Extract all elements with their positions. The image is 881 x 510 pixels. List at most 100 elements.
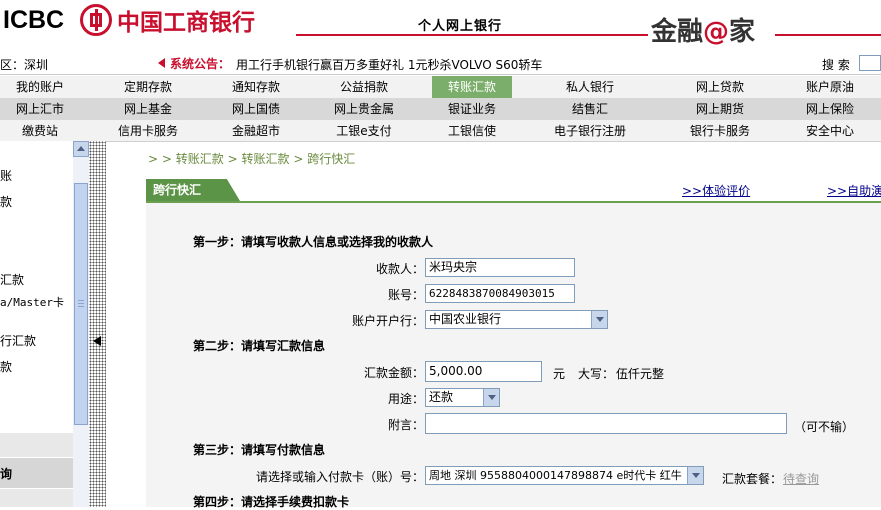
chevron-down-icon[interactable]: [687, 467, 703, 484]
sidebar-item[interactable]: 款: [0, 193, 12, 210]
sidebar: 账 款 汇款 a/Master卡 行汇款 款 询: [0, 141, 73, 507]
nav-crude-oil[interactable]: 账户原油: [790, 76, 870, 98]
nav-transfer[interactable]: 转账汇款: [432, 76, 512, 98]
scroll-up-button[interactable]: [73, 141, 89, 157]
bank-label: 账户开户行：: [351, 314, 424, 328]
nav-credit-card[interactable]: 信用卡服务: [108, 120, 188, 142]
icbc-logo-text: ICBC: [3, 6, 65, 34]
nav-charity[interactable]: 公益捐款: [324, 76, 404, 98]
package-label: 汇款套餐：: [722, 472, 783, 486]
header-divider-right: [775, 34, 881, 36]
transfer-form: 第一步：请填写收款人信息或选择我的收款人 收款人： 米玛央宗 账号： 62284…: [146, 203, 881, 509]
breadcrumb-item-current[interactable]: 跨行快汇: [307, 152, 355, 166]
nav-precious-metal[interactable]: 网上贵金属: [324, 98, 404, 120]
bank-select[interactable]: 中国农业银行: [425, 310, 608, 329]
purpose-select-value: 还款: [429, 390, 454, 404]
note-label: 附言：: [387, 418, 424, 432]
scroll-thumb[interactable]: [74, 183, 88, 425]
nav-insurance[interactable]: 网上保险: [790, 98, 870, 120]
sidebar-item[interactable]: 行汇款: [0, 332, 36, 349]
capital-value: 伍仟元整: [616, 367, 665, 381]
nav-card-service[interactable]: 银行卡服务: [680, 120, 760, 142]
chevron-down-icon[interactable]: [591, 311, 607, 328]
sidebar-item[interactable]: 账: [0, 167, 12, 184]
nav-fund[interactable]: 网上基金: [108, 98, 188, 120]
nav-ebank-register[interactable]: 电子银行注册: [550, 120, 630, 142]
nav-row-1: 我的账户 定期存款 通知存款 公益捐款 转账汇款 私人银行 网上贷款 账户原油: [0, 76, 881, 99]
nav-online-loan[interactable]: 网上贷款: [680, 76, 760, 98]
collapse-arrow-icon[interactable]: [93, 336, 101, 346]
sidebar-section-bar: [0, 433, 73, 457]
nav-forex[interactable]: 网上汇市: [0, 98, 80, 120]
nav-financial-mall[interactable]: 金融超市: [216, 120, 296, 142]
amount-input[interactable]: 5,000.00: [425, 361, 542, 382]
notice-text-link[interactable]: 用工行手机银行赢百万多重好礼 1元秒杀VOLVO S60轿车: [236, 56, 542, 73]
nav-notice-deposit[interactable]: 通知存款: [216, 76, 296, 98]
card-label: 请选择或输入付款卡（账）号：: [255, 470, 424, 484]
notice-bar: 区： 深圳 系统公告： 用工行手机银行赢百万多重好礼 1元秒杀VOLVO S60…: [0, 52, 881, 75]
tab-bar: 跨行快汇 >>体验评价 >>自助演示: [146, 179, 881, 203]
purpose-select[interactable]: 还款: [425, 388, 500, 407]
region-value: 深圳: [24, 58, 49, 72]
card-select[interactable]: 周地 深圳 9558804000147898874 e时代卡 红牛: [425, 466, 704, 485]
payee-input[interactable]: 米玛央宗: [425, 258, 575, 277]
capital-label: 大写：: [578, 367, 615, 381]
demo-link[interactable]: >>自助演示: [827, 182, 881, 199]
nav-securities[interactable]: 银证业务: [432, 98, 512, 120]
amount-label: 汇款金额：: [363, 366, 424, 380]
search-input[interactable]: [859, 55, 881, 71]
nav-row-2: 网上汇市 网上基金 网上国债 网上贵金属 银证业务 结售汇 网上期货 网上保险: [0, 98, 881, 121]
account-input[interactable]: 6228483870084903015: [425, 284, 575, 303]
purpose-label: 用途：: [387, 392, 424, 406]
icbc-logo-icon: [80, 4, 112, 36]
search-label: 搜 索: [822, 58, 850, 72]
feedback-link[interactable]: >>体验评价: [682, 182, 750, 199]
sidebar-item[interactable]: 汇款: [0, 271, 24, 288]
package-query-link[interactable]: 待查询: [783, 470, 819, 487]
tagline: 个人网上银行: [418, 19, 503, 34]
chevron-down-icon[interactable]: [483, 389, 499, 406]
nav-messenger[interactable]: 工银信使: [432, 120, 512, 142]
nav-fx-settlement[interactable]: 结售汇: [550, 98, 630, 120]
nav-my-account[interactable]: 我的账户: [0, 76, 80, 98]
step3-title: 第三步：请填写付款信息: [193, 443, 326, 457]
account-label: 账号：: [387, 288, 424, 302]
sidebar-section-bar: [0, 489, 73, 507]
note-hint: （可不输）: [794, 420, 855, 434]
breadcrumb-sep: > >: [148, 152, 172, 166]
header: ICBC 中国工商银行 个人网上银行 金融@家: [0, 0, 881, 52]
nav-bond[interactable]: 网上国债: [216, 98, 296, 120]
breadcrumb-sep: >: [293, 152, 304, 166]
brand-slogan: 金融@家: [651, 17, 756, 47]
nav-payment[interactable]: 缴费站: [0, 120, 80, 142]
payee-label: 收款人：: [375, 262, 424, 276]
nav-private-bank[interactable]: 私人银行: [550, 76, 630, 98]
header-divider-left: [296, 34, 648, 36]
card-select-value: 周地 深圳 9558804000147898874 e时代卡 红牛: [429, 469, 682, 482]
step4-title: 第四步：请选择手续费扣款卡: [193, 495, 350, 509]
nav-row-3: 缴费站 信用卡服务 金融超市 工银e支付 工银信使 电子银行注册 银行卡服务 安…: [0, 120, 881, 142]
step1-title: 第一步：请填写收款人信息或选择我的收款人: [193, 235, 434, 249]
nav-futures[interactable]: 网上期货: [680, 98, 760, 120]
sidebar-splitter[interactable]: [89, 141, 106, 507]
breadcrumb-item[interactable]: 转账汇款: [242, 152, 290, 166]
nav-security-center[interactable]: 安全中心: [790, 120, 870, 142]
nav-epay[interactable]: 工银e支付: [324, 120, 404, 142]
sidebar-section-query[interactable]: 询: [0, 458, 73, 488]
amount-unit: 元: [553, 367, 566, 381]
breadcrumb-sep: >: [227, 152, 238, 166]
breadcrumb-item[interactable]: 转账汇款: [176, 152, 224, 166]
bank-select-value: 中国农业银行: [429, 312, 502, 326]
sidebar-item[interactable]: 款: [0, 358, 12, 375]
tab-cross-bank-transfer[interactable]: 跨行快汇: [146, 179, 240, 201]
sidebar-query-label: 询: [0, 467, 13, 481]
sidebar-item[interactable]: a/Master卡: [0, 294, 64, 310]
nav-fixed-deposit[interactable]: 定期存款: [108, 76, 188, 98]
bank-name: 中国工商银行: [117, 9, 255, 36]
notice-label: 系统公告：: [170, 57, 231, 71]
region-label: 区：: [0, 58, 25, 72]
step2-title: 第二步：请填写汇款信息: [193, 339, 326, 353]
note-input[interactable]: [425, 413, 787, 434]
breadcrumb: > > 转账汇款 > 转账汇款 > 跨行快汇: [148, 150, 355, 167]
speaker-icon: [158, 58, 165, 68]
